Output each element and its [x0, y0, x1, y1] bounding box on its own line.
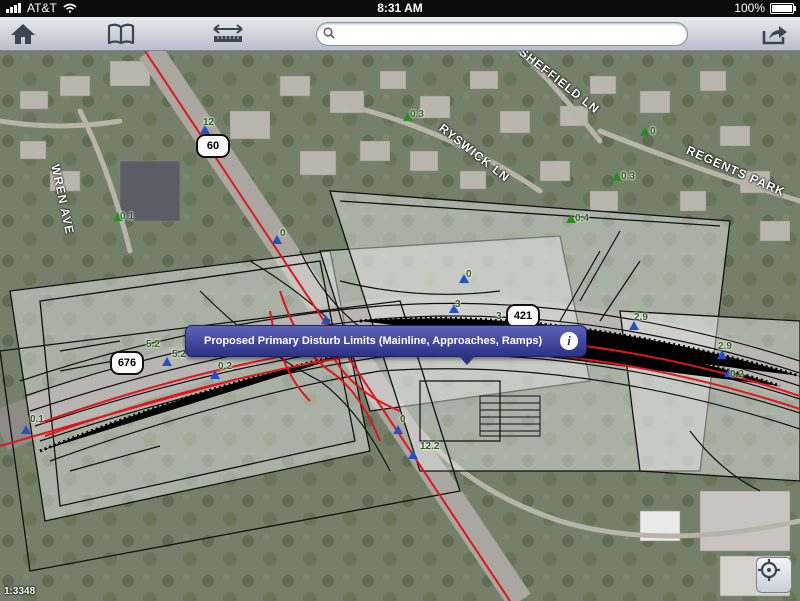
mile-marker-label: 0.4: [575, 213, 589, 224]
search-icon: [323, 27, 335, 39]
info-button[interactable]: i: [560, 332, 578, 350]
home-button[interactable]: [8, 20, 38, 47]
home-icon: [11, 23, 35, 44]
mile-marker-label: 2.9: [718, 341, 732, 352]
mile-marker-label: 5.2: [172, 349, 186, 360]
mile-marker-label: 0.2: [730, 369, 744, 380]
locate-button[interactable]: [756, 557, 792, 593]
search-field[interactable]: [316, 22, 688, 46]
mile-marker-label: 3: [455, 299, 461, 310]
mile-marker-label: 3: [496, 311, 502, 322]
route-shield-60: 60: [196, 134, 230, 158]
feature-callout[interactable]: Proposed Primary Disturb Limits (Mainlin…: [185, 325, 587, 365]
mile-marker-label: 0: [466, 269, 472, 280]
route-shield-676: 676: [110, 351, 144, 375]
mile-marker-label: 12.2: [420, 441, 440, 452]
book-icon: [107, 23, 135, 44]
clock: 8:31 AM: [377, 1, 423, 15]
search-input[interactable]: [339, 25, 678, 43]
mile-marker-label: 0: [280, 228, 286, 239]
crosshair-icon: [758, 559, 780, 581]
status-bar: AT&T 8:31 AM 100%: [0, 0, 800, 17]
ruler-arrows-icon: [213, 23, 243, 42]
map-scale: 1:3348: [4, 586, 36, 597]
callout-pointer: [458, 355, 476, 365]
mile-marker-label: 0.1: [120, 211, 134, 222]
callout-text: Proposed Primary Disturb Limits (Mainlin…: [204, 335, 543, 347]
mile-marker-label: 5.2: [146, 339, 160, 350]
mile-marker-label: 0.3: [410, 109, 424, 120]
mile-marker-label: 0: [400, 414, 406, 425]
bookmarks-button[interactable]: [106, 20, 136, 47]
mile-marker-label: 0.2: [218, 361, 232, 372]
battery-icon: [770, 2, 796, 14]
share-arrow-icon: [762, 25, 787, 44]
mile-marker-label: 0.3: [621, 171, 635, 182]
measure-button[interactable]: [208, 20, 248, 47]
mile-marker-label: 12: [203, 117, 215, 128]
toolbar: [0, 17, 800, 51]
map-view[interactable]: WREN AVE RYSWICK LN SHEFFIELD LN REGENTS…: [0, 51, 800, 601]
mile-marker-label: 0: [650, 126, 656, 137]
share-button[interactable]: [760, 20, 790, 47]
battery-percent: 100%: [734, 1, 765, 15]
mile-marker-label: 0.1: [30, 414, 44, 425]
mile-marker-label: 2.9: [634, 312, 648, 323]
